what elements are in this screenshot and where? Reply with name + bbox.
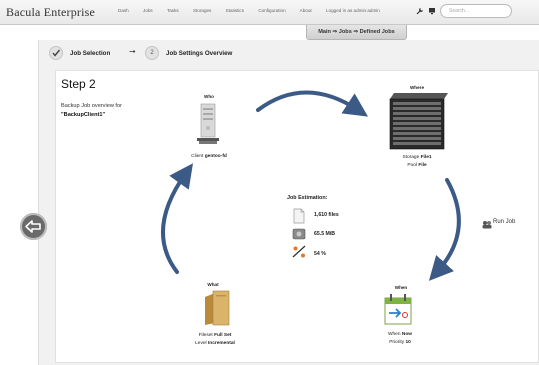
pool-prefix: Pool <box>407 163 417 168</box>
fileset-prefix: Fileset <box>198 333 213 338</box>
run-job-icon[interactable] <box>482 220 492 229</box>
compression-percent-icon <box>292 245 306 258</box>
who-client: Client gentoo-fd <box>172 154 246 159</box>
client-name: gentoo-fd <box>204 154 227 159</box>
priority-prefix: Priority <box>389 340 405 345</box>
who-heading: Who <box>204 94 214 99</box>
pool-value: File <box>418 163 427 168</box>
storage-rack-icon <box>389 93 448 150</box>
arrow-who-to-where <box>256 90 369 117</box>
arrow-what-to-who <box>160 163 194 274</box>
level-value: Incremental <box>207 341 235 346</box>
cycle-arrows <box>160 90 461 281</box>
arrow-where-to-when <box>428 178 461 281</box>
disk-size-icon <box>292 228 306 240</box>
client-prefix: Client <box>191 154 204 159</box>
when-prefix: When <box>387 332 401 337</box>
storage-prefix: Storage <box>402 155 420 160</box>
when-heading: When <box>394 285 408 290</box>
level-prefix: Level <box>195 341 207 346</box>
estimation-title: Job Estimation: <box>287 195 328 201</box>
when-value: Now <box>401 332 412 337</box>
what-details: Fileset Full Set Level Incremental <box>182 332 248 348</box>
when-details: When Now Priority 10 <box>372 331 428 347</box>
estimation-percent: 54 % <box>314 251 326 257</box>
files-icon <box>293 208 305 224</box>
storage-value: File1 <box>420 155 432 160</box>
what-heading: What <box>207 282 219 287</box>
client-server-icon <box>197 103 219 144</box>
calendar-icon <box>384 294 412 325</box>
fileset-value: Full Set <box>214 333 232 338</box>
priority-value: 10 <box>405 340 411 345</box>
where-heading: Where <box>409 85 425 90</box>
where-details: Storage File1 Pool File <box>388 154 446 170</box>
fileset-folder-icon <box>205 290 230 326</box>
run-job-button[interactable]: Run Job <box>493 219 515 225</box>
estimation-size: 65.5 MiB <box>314 231 336 237</box>
estimation-files: 1,610 files <box>314 212 339 218</box>
